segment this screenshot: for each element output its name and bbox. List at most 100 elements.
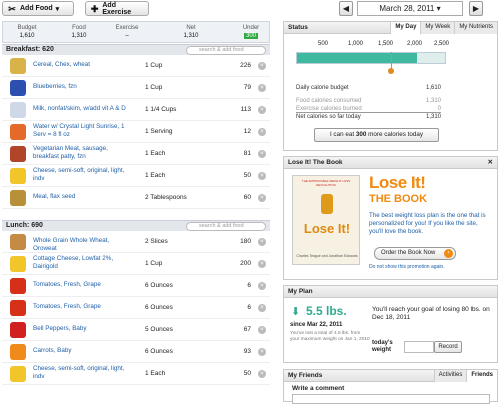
food-name-link[interactable]: Meal, flax seed bbox=[33, 193, 133, 201]
summary-col: Exercise – bbox=[107, 24, 147, 40]
food-row[interactable]: Cheese, semi-soft, original, light, indv… bbox=[2, 363, 270, 385]
order-book-button[interactable]: Order the Book Now › bbox=[374, 247, 456, 260]
food-name-link[interactable]: Vegetarian Meat, sausage, breakfast patt… bbox=[33, 145, 133, 160]
food-search-input[interactable]: search & add food bbox=[186, 46, 266, 55]
add-food-button[interactable]: ✂ Add Food ▾ bbox=[2, 1, 74, 16]
comment-input[interactable] bbox=[292, 394, 490, 404]
tab-friends[interactable]: Friends bbox=[466, 370, 497, 382]
food-name-link[interactable]: Cheese, semi-soft, original, light, indv bbox=[33, 167, 133, 182]
grain-icon bbox=[10, 190, 26, 206]
delete-icon[interactable]: × bbox=[258, 106, 266, 114]
delete-icon[interactable]: × bbox=[258, 150, 266, 158]
delete-icon[interactable]: × bbox=[258, 172, 266, 180]
food-row[interactable]: Tomatoes, Fresh, Grape 6 Ounces 6 × bbox=[2, 297, 270, 319]
food-name-link[interactable]: Cereal, Chex, wheat bbox=[33, 61, 133, 69]
delete-icon[interactable]: × bbox=[258, 370, 266, 378]
food-row[interactable]: Milk, nonfat/skim, w/add vit A & D 1 1/4 … bbox=[2, 99, 270, 121]
food-search-input[interactable]: search & add food bbox=[186, 222, 266, 231]
row-value: 1,310 bbox=[425, 114, 441, 120]
food-name-link[interactable]: Tomatoes, Fresh, Grape bbox=[33, 303, 133, 311]
food-name-link[interactable]: Carrots, Baby bbox=[33, 347, 133, 355]
tab-my-week[interactable]: My Week bbox=[420, 22, 455, 34]
weight-input[interactable] bbox=[404, 341, 434, 353]
delete-icon[interactable]: × bbox=[258, 84, 266, 92]
summary-value: 300 bbox=[231, 32, 271, 40]
delete-icon[interactable]: × bbox=[258, 194, 266, 202]
can-eat-button[interactable]: I can eat 300 more calories today bbox=[314, 128, 439, 142]
delete-icon[interactable]: × bbox=[258, 128, 266, 136]
cover-authors: Charles Teague and Jonathan Edwards bbox=[296, 254, 358, 258]
delete-icon[interactable]: × bbox=[258, 304, 266, 312]
tab-my-nutrients[interactable]: My Nutrients bbox=[454, 22, 497, 34]
food-name-link[interactable]: Cheese, semi-soft, original, light, indv bbox=[33, 365, 133, 380]
chevron-down-icon: ▾ bbox=[436, 4, 441, 13]
friends-title: My Friends bbox=[288, 372, 323, 379]
next-day-button[interactable]: ▶ bbox=[469, 1, 483, 16]
remaining-calories: 300 bbox=[355, 131, 367, 138]
food-quantity: 1 Serving bbox=[145, 128, 173, 135]
delete-icon[interactable]: × bbox=[258, 282, 266, 290]
book-cover[interactable]: THE APPROVABLE WEIGHT LOSS REVOLUTION Lo… bbox=[292, 175, 360, 265]
tick-label: 2,500 bbox=[434, 41, 450, 47]
my-friends-panel: My Friends Activities Friends Write a co… bbox=[283, 369, 498, 404]
food-row[interactable]: Carrots, Baby 6 Ounces 93 × bbox=[2, 341, 270, 363]
food-name-link[interactable]: Bell Peppers, Baby bbox=[33, 325, 133, 333]
milk-carton-icon bbox=[10, 102, 26, 118]
food-row[interactable]: Water w/ Crystal Light Sunrise, 1 Serv =… bbox=[2, 121, 270, 143]
food-consumed-row: Food calories consumed 1,310 bbox=[296, 98, 441, 104]
add-exercise-label: Add Exercise bbox=[102, 1, 132, 16]
bread-icon bbox=[10, 234, 26, 250]
pepper-icon bbox=[10, 322, 26, 338]
food-row[interactable]: Blueberries, fzn 1 Cup 79 × bbox=[2, 77, 270, 99]
cereal-bowl-icon bbox=[10, 58, 26, 74]
prev-day-button[interactable]: ◀ bbox=[339, 1, 353, 16]
tab-my-day[interactable]: My Day bbox=[390, 22, 421, 34]
drink-icon bbox=[10, 124, 26, 140]
add-exercise-button[interactable]: ✚ Add Exercise bbox=[85, 1, 149, 16]
food-name-link[interactable]: Cottage Cheese, Lowfat 2%, Dairigold bbox=[33, 255, 133, 270]
delete-icon[interactable]: × bbox=[258, 326, 266, 334]
status-title: Status bbox=[288, 24, 308, 31]
add-food-label: Add Food bbox=[20, 5, 53, 12]
since-date: since Mar 22, 2011 bbox=[290, 322, 343, 328]
book-description: The best weight loss plan is the one tha… bbox=[369, 212, 486, 235]
summary-label: Exercise bbox=[115, 25, 139, 31]
food-row[interactable]: Tomatoes, Fresh, Grape 6 Ounces 6 × bbox=[2, 275, 270, 297]
tab-activities[interactable]: Activities bbox=[433, 370, 467, 382]
tomato-icon bbox=[10, 278, 26, 294]
can-eat-pre: I can eat bbox=[329, 131, 356, 138]
food-row[interactable]: Bell Peppers, Baby 5 Ounces 67 × bbox=[2, 319, 270, 341]
date-picker[interactable]: March 28, 2011 ▾ bbox=[357, 1, 463, 16]
food-calories: 200 bbox=[240, 260, 251, 267]
food-row[interactable]: Cottage Cheese, Lowfat 2%, Dairigold 1 Cu… bbox=[2, 253, 270, 275]
delete-icon[interactable]: × bbox=[258, 238, 266, 246]
progress-ticks: 500 1,000 1,500 2,000 2,500 bbox=[296, 41, 449, 49]
food-name-link[interactable]: Milk, nonfat/skim, w/add vit A & D bbox=[33, 105, 133, 113]
food-row[interactable]: Cereal, Chex, wheat 1 Cup 226 × bbox=[2, 55, 270, 77]
food-row[interactable]: Cheese, semi-soft, original, light, indv… bbox=[2, 165, 270, 187]
food-name-link[interactable]: Tomatoes, Fresh, Grape bbox=[33, 281, 133, 289]
food-row[interactable]: Vegetarian Meat, sausage, breakfast patt… bbox=[2, 143, 270, 165]
food-name-link[interactable]: Whole Grain Whole Wheat, Oroweat bbox=[33, 237, 133, 252]
food-row[interactable]: Whole Grain Whole Wheat, Oroweat 2 Slices… bbox=[2, 231, 270, 253]
status-header: Status My Day My Week My Nutrients bbox=[284, 22, 497, 34]
record-button[interactable]: Record bbox=[434, 341, 462, 353]
section-title: Lunch: 690 bbox=[6, 222, 43, 229]
delete-icon[interactable]: × bbox=[258, 348, 266, 356]
sausage-icon bbox=[10, 146, 26, 162]
blueberry-icon bbox=[10, 80, 26, 96]
weight-lost: 5.5 lbs. bbox=[306, 304, 347, 318]
food-name-link[interactable]: Water w/ Crystal Light Sunrise, 1 Serv =… bbox=[33, 123, 133, 138]
close-icon[interactable]: ✕ bbox=[488, 157, 493, 168]
food-quantity: 1 Cup bbox=[145, 260, 163, 267]
cover-title: Lose It! bbox=[303, 221, 351, 236]
budget-marker-dot bbox=[388, 68, 394, 74]
food-name-link[interactable]: Blueberries, fzn bbox=[33, 83, 133, 91]
delete-icon[interactable]: × bbox=[258, 260, 266, 268]
chevron-down-icon: ▾ bbox=[55, 5, 60, 13]
status-panel: Status My Day My Week My Nutrients 500 1… bbox=[283, 21, 498, 151]
delete-icon[interactable]: × bbox=[258, 62, 266, 70]
food-row[interactable]: Meal, flax seed 2 Tablespoons 60 × bbox=[2, 187, 270, 209]
food-quantity: 2 Slices bbox=[145, 238, 168, 245]
hide-promo-link[interactable]: Do not show this promotion again. bbox=[369, 264, 445, 270]
